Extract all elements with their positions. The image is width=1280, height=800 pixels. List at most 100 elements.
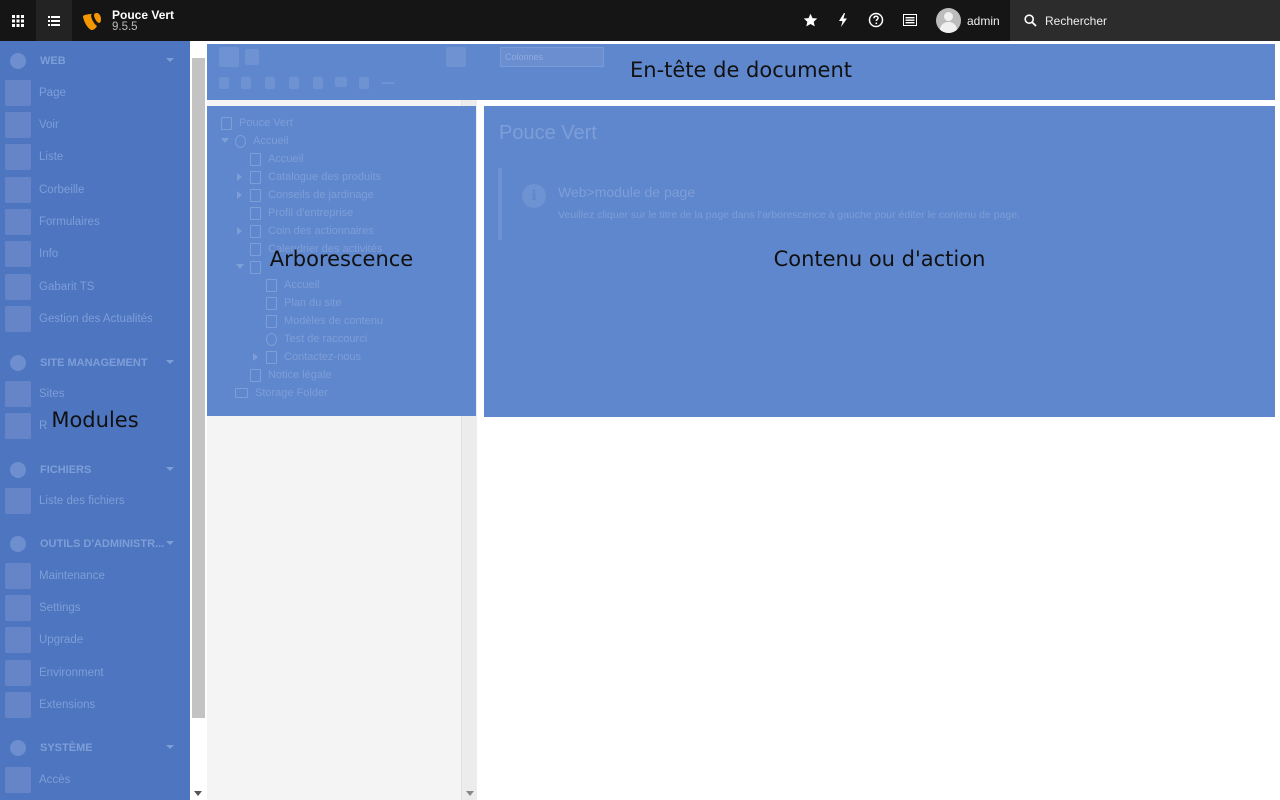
module-item-info[interactable]: Info [0,239,190,269]
module-item-label: Voir [39,119,59,131]
module-item-maintenance[interactable]: Maintenance [0,561,190,591]
tree-toggle-button[interactable] [36,0,72,41]
help-button[interactable] [867,11,885,29]
tree-node-label: Notice légale [268,369,332,381]
tree-node[interactable]: Catalogue des produits [237,168,381,186]
module-group-site-management[interactable]: SITE MANAGEMENT [0,351,190,375]
search-placeholder: Rechercher [1045,13,1108,28]
module-item-extensions[interactable]: Extensions [0,690,190,720]
tree-node[interactable]: Accueil [221,132,288,150]
caret-right-icon[interactable] [237,173,242,181]
tree-node-label: Modèles de contenu [284,315,384,327]
module-item-label: Upgrade [39,634,84,646]
user-name: admin [967,13,1000,28]
module-item-label: Liste [39,151,64,163]
tree-node[interactable]: Notice légale [250,366,332,384]
lock-icon [5,767,31,793]
tree-node[interactable]: Modèles de contenu [266,312,383,330]
module-item-view[interactable]: Voir [0,110,190,140]
tree-node[interactable]: Plan du site [266,294,341,312]
caret-right-icon[interactable] [237,227,242,235]
caret-down-icon[interactable] [221,138,229,143]
module-item-label: Maintenance [39,570,105,582]
caret-right-icon[interactable] [237,191,242,199]
news-icon [5,306,31,332]
page-icon [266,314,277,328]
trash-icon [5,177,31,203]
scroll-down-arrow-icon[interactable] [466,791,474,796]
bolt-icon [839,13,847,27]
tree-node[interactable]: Coin des actionnaires [237,222,374,240]
info-callout: i Web>module de page Veuillez cliquer su… [498,168,1098,240]
environment-icon [5,660,31,686]
tree-node[interactable]: Test de raccourci [266,330,367,348]
chevron-down-icon [166,360,174,364]
tree-node[interactable]: Contactez-nous [253,348,361,366]
module-group-label: FICHIERS [40,464,92,476]
search-field[interactable]: Rechercher [1010,0,1280,41]
scroll-down-arrow-icon[interactable] [194,791,202,796]
module-item-upgrade[interactable]: Upgrade [0,625,190,655]
module-group-admin-tools[interactable]: OUTILS D'ADMINISTR... [0,532,190,556]
tree-node-label: Accueil [268,153,304,165]
page-icon [250,206,261,220]
site-name: Pouce Vert [112,7,175,22]
user-menu[interactable]: admin [936,8,1000,33]
divider-icon[interactable] [381,82,395,84]
version-label: 9.5.5 [112,20,138,33]
page-title: Pouce Vert [499,122,597,144]
info-icon [5,241,31,267]
tree-node-label: Conseils de jardinage [268,189,374,201]
tree-node-label: Test de raccourci [284,333,368,345]
clear-cache-button[interactable] [834,11,852,29]
module-item-label: Liste des fichiers [39,495,125,507]
content-overlay-label: Contenu ou d'action [773,247,986,271]
tree-node[interactable]: Accueil [250,150,303,168]
module-item-label: Extensions [39,699,96,711]
page-tree: Pouce Vert Accueil Accueil Catalogue des… [207,106,476,416]
tree-node-label: Coin des actionnaires [268,225,374,237]
scrollbar-thumb[interactable] [192,58,205,718]
tree-node-root[interactable]: Pouce Vert [221,114,293,132]
callout-title: Web>module de page [558,184,696,200]
tree-node[interactable]: Profil d'entreprise [250,204,353,222]
tree-node[interactable]: Conseils de jardinage [237,186,374,204]
document-header-overlay-label: En-tête de document [629,58,853,82]
rocket-icon [10,536,26,552]
module-group-web[interactable]: WEB [0,49,190,73]
page-icon [266,296,277,310]
module-item-recycler[interactable]: Corbeille [0,175,190,205]
module-menu-toggle-button[interactable] [0,0,36,41]
module-item-template[interactable]: Gabarit TS [0,272,190,302]
caret-right-icon[interactable] [253,353,258,361]
module-item-list[interactable]: Liste [0,142,190,172]
bookmarks-button[interactable] [801,11,819,29]
module-group-files[interactable]: FICHIERS [0,458,190,482]
system-info-button[interactable] [901,11,919,29]
module-menu-scrollbar[interactable] [190,41,207,800]
star-icon [803,13,817,26]
page-icon [250,152,261,166]
tree-node[interactable]: Storage Folder [235,384,328,402]
module-item-news[interactable]: Gestion des Actualités [0,304,190,334]
page-icon [266,350,277,364]
module-item-page[interactable]: Page [0,78,190,108]
plug-icon [10,740,26,756]
module-item-filelist[interactable]: Liste des fichiers [0,486,190,516]
module-group-system[interactable]: SYSTÈME [0,736,190,760]
tree-node[interactable]: Accueil [266,276,319,294]
module-item-forms[interactable]: Formulaires [0,207,190,237]
modules-overlay-label: Modules [51,408,139,432]
module-item-sites[interactable]: Sites [0,379,190,409]
extensions-icon [5,692,31,718]
typo3-logo-icon [83,12,101,30]
info-icon: i [522,184,546,208]
topbar: Pouce Vert 9.5.5 admin Rechercher [0,0,1280,41]
module-item-environment[interactable]: Environment [0,658,190,688]
module-item-settings[interactable]: Settings [0,593,190,623]
module-group-label: WEB [40,55,66,67]
grid-icon [12,14,24,27]
site-brand[interactable]: Pouce Vert 9.5.5 [72,0,184,41]
module-item-access[interactable]: Accès [0,765,190,795]
shortcut-icon [266,332,277,346]
